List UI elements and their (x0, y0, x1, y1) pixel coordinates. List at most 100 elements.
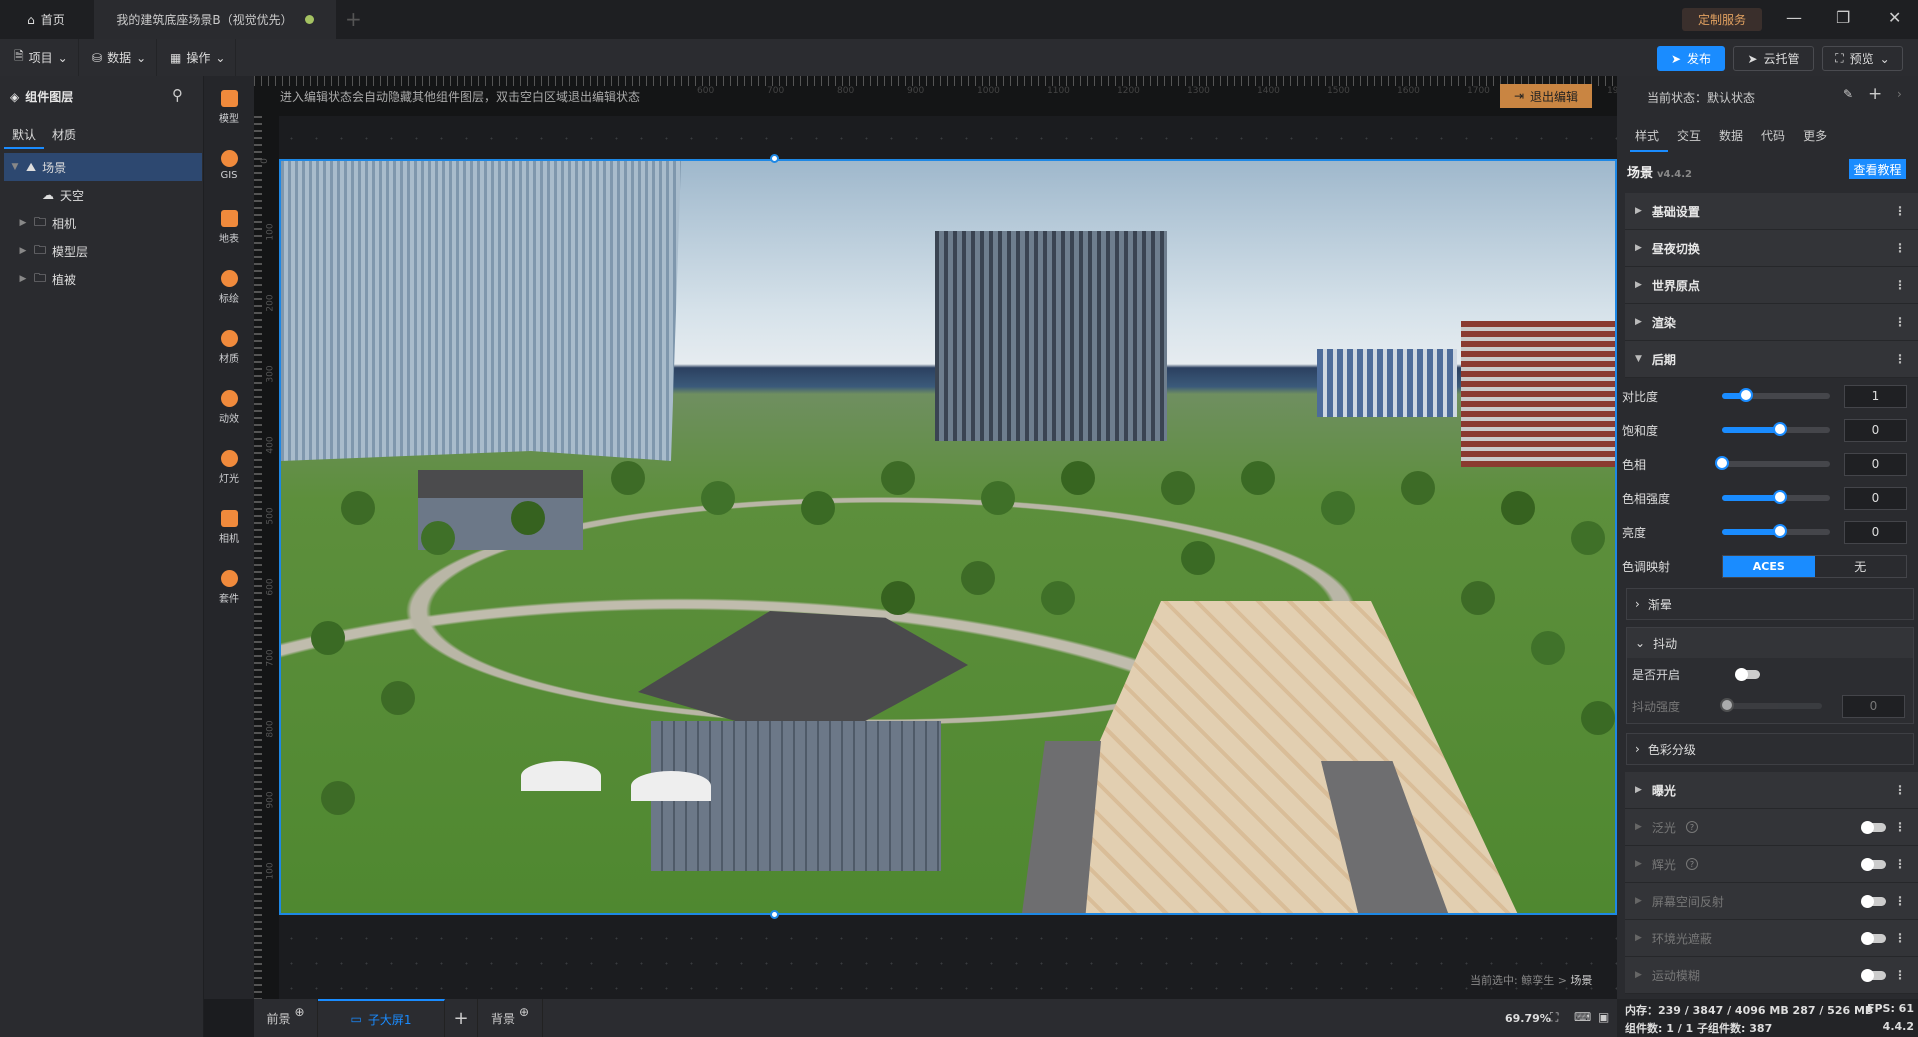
slider-value-input[interactable]: 0 (1844, 418, 1907, 442)
tool-light[interactable]: 灯光 (204, 450, 254, 485)
jitter-strength-input[interactable]: 0 (1842, 694, 1905, 718)
section-header[interactable]: ▶ 辉光? ⋮ (1625, 846, 1918, 883)
slider-value-input[interactable]: 0 (1844, 520, 1907, 544)
more-icon[interactable]: ⋮ (1894, 278, 1906, 292)
restore-button[interactable]: ❐ (1836, 8, 1850, 27)
tab-code[interactable]: 代码 (1761, 127, 1785, 144)
publish-button[interactable]: ➤ 发布 (1657, 46, 1725, 71)
tree-item-sky[interactable]: ☁ 天空 (4, 181, 202, 209)
keyboard-icon[interactable]: ⌨ (1574, 1010, 1591, 1024)
resize-handle[interactable] (770, 154, 779, 163)
chevron-right-icon[interactable]: › (1897, 87, 1902, 101)
color-grading-panel[interactable]: › 色彩分级 (1626, 733, 1914, 765)
add-circle-icon[interactable]: ⊕ (519, 1005, 529, 1019)
toggle-switch[interactable] (1861, 857, 1886, 871)
menu-data[interactable]: ⛁ 数据 ⌄ (82, 39, 158, 76)
tab-document[interactable]: 我的建筑底座场景B（视觉优先） (94, 0, 336, 39)
tab-background[interactable]: 背景 ⊕ (478, 999, 543, 1037)
tree-item-vegetation[interactable]: ▶ 🗀 植被 (4, 265, 202, 293)
cloud-host-button[interactable]: ➤ 云托管 (1733, 46, 1814, 71)
resize-handle[interactable] (770, 910, 779, 919)
tab-home[interactable]: ⌂ 首页 (0, 0, 92, 39)
scene-viewport[interactable] (279, 159, 1617, 915)
tool-marker[interactable]: 标绘 (204, 270, 254, 305)
more-icon[interactable]: ⋮ (1894, 931, 1906, 945)
slider-value-input[interactable]: 1 (1844, 384, 1907, 408)
section-header[interactable]: ▶ 渲染 ⋮ (1625, 304, 1918, 341)
slider[interactable] (1722, 524, 1830, 538)
slider[interactable] (1722, 490, 1830, 504)
tab-foreground[interactable]: 前景 ⊕ (254, 999, 318, 1037)
tab-material[interactable]: 材质 (52, 126, 76, 143)
tab-default[interactable]: 默认 (12, 126, 36, 143)
tab-data[interactable]: 数据 (1719, 127, 1743, 144)
section-header[interactable]: ▶ 环境光遮蔽 ⋮ (1625, 920, 1918, 957)
slider[interactable] (1722, 422, 1830, 436)
custom-service-button[interactable]: 定制服务 (1682, 8, 1762, 31)
slider-knob[interactable] (1773, 524, 1788, 538)
tree-item-camera[interactable]: ▶ 🗀 相机 (4, 209, 202, 237)
tab-more[interactable]: 更多 (1803, 127, 1827, 144)
tab-interaction[interactable]: 交互 (1677, 127, 1701, 144)
tool-terrain[interactable]: 地表 (204, 210, 254, 245)
section-header[interactable]: ▶ 屏幕空间反射 ⋮ (1625, 883, 1918, 920)
more-icon[interactable]: ⋮ (1894, 315, 1906, 329)
toggle-switch[interactable] (1861, 820, 1886, 834)
slider-knob[interactable] (1773, 490, 1788, 504)
tonemap-none[interactable]: 无 (1815, 556, 1907, 577)
section-header[interactable]: ▶ 泛光? ⋮ (1625, 809, 1918, 846)
tab-sub-screen[interactable]: ▭ 子大屏1 (318, 999, 445, 1037)
add-state-icon[interactable]: + (1868, 84, 1882, 104)
preview-button[interactable]: ⛶ 预览 ⌄ (1822, 46, 1903, 71)
tree-item-scene[interactable]: ▼ ⛰ 场景 (4, 153, 202, 181)
close-button[interactable]: ✕ (1888, 8, 1901, 27)
more-icon[interactable]: ⋮ (1894, 857, 1906, 871)
vignette-panel[interactable]: › 渐晕 (1626, 588, 1914, 620)
exit-edit-button[interactable]: ⇥ 退出编辑 (1500, 84, 1592, 108)
tool-effect[interactable]: 动效 (204, 390, 254, 425)
more-icon[interactable]: ⋮ (1894, 968, 1906, 982)
section-header[interactable]: ▶ 基础设置 ⋮ (1625, 193, 1918, 230)
slider[interactable] (1722, 388, 1830, 402)
slider-knob[interactable] (1738, 388, 1753, 402)
slider-knob[interactable] (1715, 456, 1729, 470)
section-header[interactable]: ▶ 运动模糊 ⋮ (1625, 957, 1918, 994)
section-header[interactable]: ▶ 曝光 ⋮ (1625, 772, 1918, 809)
more-icon[interactable]: ⋮ (1894, 894, 1906, 908)
fit-view-icon[interactable]: ⛶ (1550, 1010, 1558, 1025)
jitter-strength-slider[interactable] (1720, 698, 1822, 712)
zoom-level[interactable]: 69.79% (1505, 1012, 1551, 1025)
help-icon[interactable]: ? (1685, 821, 1698, 833)
slider[interactable] (1715, 456, 1830, 470)
toggle-switch[interactable] (1861, 968, 1886, 982)
more-icon[interactable]: ⋮ (1894, 352, 1906, 366)
help-icon[interactable]: ? (1685, 858, 1698, 870)
section-header[interactable]: ▶ 昼夜切换 ⋮ (1625, 230, 1918, 267)
new-tab-button[interactable]: + (345, 7, 362, 31)
tool-gis[interactable]: GIS (204, 150, 254, 181)
section-header[interactable]: ▼ 后期 ⋮ (1625, 341, 1918, 378)
add-screen-button[interactable]: + (445, 999, 478, 1037)
view-tutorial-button[interactable]: 查看教程 (1849, 159, 1906, 179)
menu-operations[interactable]: ▦ 操作 ⌄ (160, 39, 237, 76)
tool-kit[interactable]: 套件 (204, 570, 254, 605)
slider-value-input[interactable]: 0 (1844, 452, 1907, 476)
minimize-button[interactable]: — (1786, 8, 1802, 27)
tool-material[interactable]: 材质 (204, 330, 254, 365)
search-icon[interactable]: ⚲ (172, 86, 183, 104)
section-header[interactable]: ▶ 世界原点 ⋮ (1625, 267, 1918, 304)
jitter-enable-toggle[interactable] (1735, 667, 1760, 681)
slider-knob[interactable] (1773, 422, 1788, 436)
tonemap-toggle[interactable]: ACES 无 (1722, 554, 1907, 578)
tool-camera[interactable]: 相机 (204, 510, 254, 545)
toggle-switch[interactable] (1861, 931, 1886, 945)
toggle-switch[interactable] (1861, 894, 1886, 908)
more-icon[interactable]: ⋮ (1894, 204, 1906, 218)
ruler-left[interactable]: 0 100 200 300 400 500 600 700 800 900 100 (254, 116, 279, 999)
edit-icon[interactable]: ✎ (1843, 87, 1853, 101)
tool-model[interactable]: 模型 (204, 90, 254, 125)
more-icon[interactable]: ⋮ (1894, 241, 1906, 255)
tab-style[interactable]: 样式 (1635, 127, 1659, 144)
jitter-header[interactable]: ⌄ 抖动 (1627, 628, 1913, 658)
more-icon[interactable]: ⋮ (1894, 820, 1906, 834)
